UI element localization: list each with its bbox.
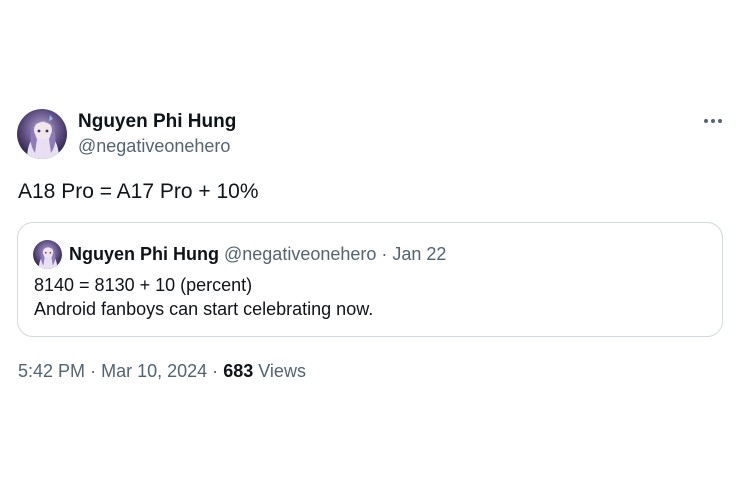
tweet-text: A18 Pro = A17 Pro + 10% <box>18 180 259 203</box>
views-label: Views <box>258 361 306 381</box>
more-horizontal-icon <box>704 119 722 123</box>
separator-dot: · <box>90 361 97 381</box>
quoted-date[interactable]: Jan 22 <box>392 244 446 265</box>
tweet-time[interactable]: 5:42 PM <box>18 361 85 381</box>
avatar-image <box>33 239 62 269</box>
tweet-date[interactable]: Mar 10, 2024 <box>101 361 207 381</box>
author-handle[interactable]: @negativeonehero <box>78 136 230 157</box>
quoted-tweet-header: Nguyen Phi Hung @negativeonehero · Jan 2… <box>33 238 446 270</box>
author-name[interactable]: Nguyen Phi Hung <box>78 111 236 133</box>
tweet: Nguyen Phi Hung @negativeonehero A18 Pro… <box>0 0 739 492</box>
quoted-author-handle: @negativeonehero <box>224 243 377 264</box>
more-options-button[interactable] <box>698 108 728 134</box>
avatar-image <box>17 109 67 159</box>
views-count: 683 <box>223 361 254 381</box>
quoted-text-line: 8140 = 8130 + 10 (percent) <box>34 275 253 295</box>
quoted-author-name: Nguyen Phi Hung <box>69 243 219 264</box>
avatar[interactable] <box>17 109 67 159</box>
quoted-text-line: Android fanboys can start celebrating no… <box>34 299 374 319</box>
separator-dot: · <box>381 243 388 264</box>
quoted-tweet[interactable]: Nguyen Phi Hung @negativeonehero · Jan 2… <box>17 222 723 337</box>
separator-dot: · <box>212 361 219 381</box>
tweet-meta: 5:42 PM · Mar 10, 2024 · 683 Views <box>18 361 306 382</box>
quoted-avatar[interactable] <box>33 239 62 269</box>
